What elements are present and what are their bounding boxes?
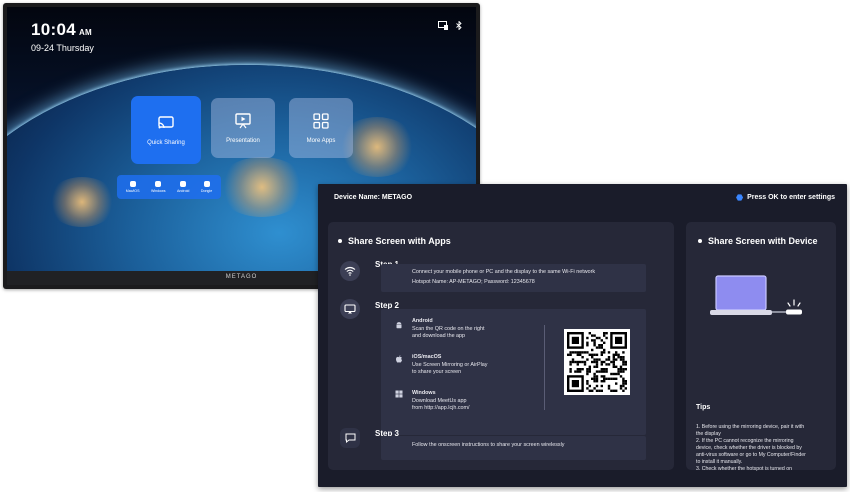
windows-line2: from http://app.lcjh.com/ [412,405,470,411]
dongle-icon [203,181,210,187]
sub-option-android[interactable]: Android [177,181,189,193]
tip-line: the display [696,431,721,437]
windows-icon [155,181,162,187]
sub-option-label: Mac/iOS [125,189,140,193]
step1-line1: Connect your mobile phone or PC and the … [412,269,596,275]
tile-label: More Apps [306,138,336,144]
sub-option-label: Windows [150,189,166,193]
tip-line: anti-virus software or go to My Computer… [696,452,806,458]
apple-icon [396,355,402,363]
step1-line2: Hotspot Name: AP-METAGO; Password: 12345… [412,279,535,285]
stage: 10:04 AM 09-24 Thursday Quick Sharing Pre… [0,0,850,492]
presentation-tile[interactable]: Presentation [211,98,275,158]
step3-line1: Follow the onscreen instructions to shar… [412,442,565,448]
city-lights [47,177,117,227]
share-with-device-card: Share Screen with Device Tips 1. Before … [686,222,836,473]
screen-icon [438,21,448,30]
chat-icon [340,428,360,448]
android-title: Android [412,318,433,324]
sub-option-dongle[interactable]: Dongle [201,181,212,193]
laptop-dongle-illustration [710,275,802,315]
ios-line2: to share your screen [412,369,462,375]
share-with-apps-card: Share Screen with Apps Step 1 Connect yo… [328,222,674,470]
presentation-icon [235,113,251,129]
sub-option-windows[interactable]: Windows [151,181,166,193]
share-screen-panel: Device Name: METAGO Press OK to enter se… [318,184,847,487]
ios-line1: Use Screen Mirroring or AirPlay [412,362,488,368]
android-icon [180,181,187,187]
sub-option-label: Android [177,189,190,193]
device-name: Device Name: METAGO [334,194,413,201]
settings-hint-label: Press OK to enter settings [747,194,835,201]
tip-line: device, check whether the driver is bloc… [696,445,802,451]
qr-code [564,329,630,395]
qr-code-image [567,332,627,392]
tile-label: Presentation [226,138,260,144]
tip-line: 2. If the PC cannot recognize the mirror… [696,438,794,444]
windows-title: Windows [412,390,436,396]
quick-sharing-options: Mac/iOS Windows Android Dongle [117,175,221,199]
mirror-icon [340,299,360,319]
bluetooth-icon [456,21,462,30]
clock-time: 10:04 AM [31,20,93,39]
windows-line1: Download MeetUs app [412,398,467,404]
tips-text: 1. Before using the mirroring device, pa… [696,424,826,473]
windows-icon [395,390,403,398]
android-icon [396,322,402,329]
tip-line: 3. Check whether the hotspot is turned o… [696,466,793,472]
grid-icon [313,113,329,129]
clock-ampm: AM [78,28,93,37]
cast-icon [158,116,174,129]
tile-label: Quick Sharing [147,140,185,146]
city-lights [217,157,307,217]
settings-hex-icon [736,194,744,201]
step2-divider [544,325,545,410]
status-bar [438,21,462,30]
tip-line: to install it manually. [696,459,743,465]
tips-title: Tips [696,404,711,411]
apple-icon [129,181,136,187]
sub-option-label: Dongle [200,189,213,193]
more-apps-tile[interactable]: More Apps [289,98,353,158]
sub-option-macios[interactable]: Mac/iOS [126,181,140,193]
device-card-title: Share Screen with Device [698,236,818,246]
clock-date: 09-24 Thursday [31,43,94,53]
wifi-icon [340,261,360,281]
android-line2: and download the app [412,333,466,339]
ios-title: iOS/macOS [412,354,442,360]
quick-sharing-tile[interactable]: Quick Sharing [131,96,201,164]
apps-card-title: Share Screen with Apps [338,236,451,246]
android-line1: Scan the QR code on the right [412,326,485,332]
settings-hint[interactable]: Press OK to enter settings [736,194,835,201]
tip-line: 1. Before using the mirroring device, pa… [696,424,805,430]
